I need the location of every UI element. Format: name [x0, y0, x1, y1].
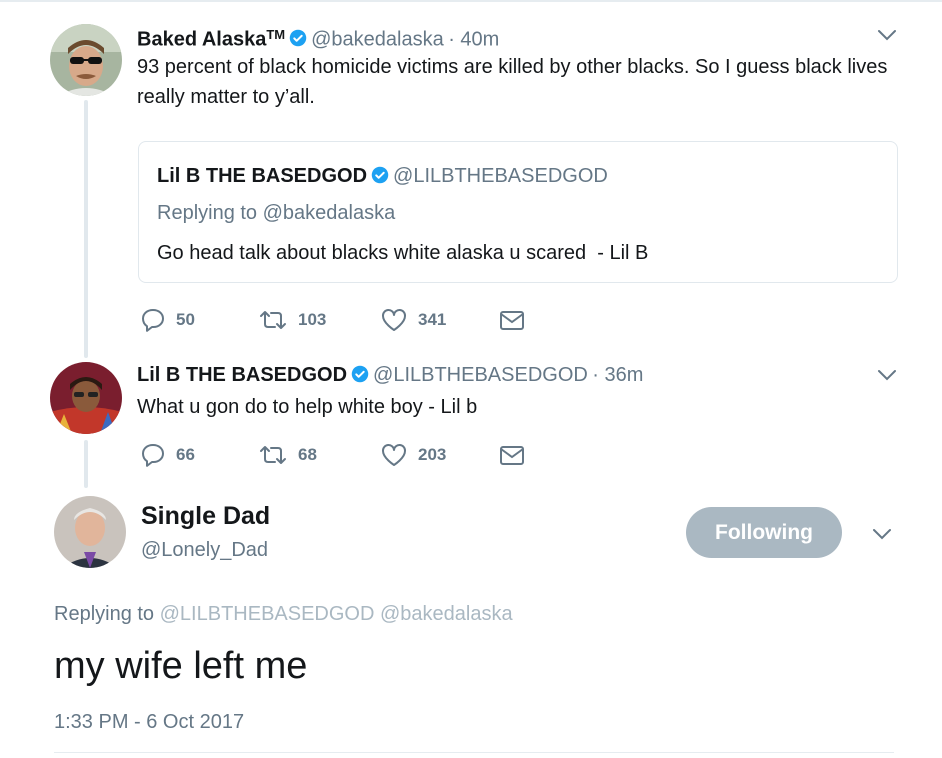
quote-text: Go head talk about blacks white alaska u… — [157, 242, 649, 264]
verified-badge-icon — [289, 30, 307, 47]
message-icon — [500, 311, 524, 330]
reply-button[interactable]: 66 — [140, 440, 195, 470]
like-icon — [382, 309, 406, 331]
top-border — [0, 0, 942, 2]
avatar[interactable] — [54, 496, 126, 568]
reply-mention-link[interactable]: @bakedalaska — [380, 603, 513, 625]
retweet-button[interactable]: 68 — [258, 440, 317, 470]
verified-badge-icon — [371, 166, 389, 184]
following-button[interactable]: Following — [686, 507, 842, 558]
tweet-text: 93 percent of black homicide victims are… — [137, 56, 888, 108]
divider — [54, 752, 894, 753]
retweet-count: 103 — [298, 310, 327, 329]
chevron-down-icon[interactable] — [876, 368, 898, 382]
quote-author-name: Lil B THE BASEDGOD — [157, 165, 368, 187]
quote-replying-to: Replying to @bakedalaska — [157, 202, 396, 224]
reply-icon — [142, 444, 164, 467]
author-name[interactable]: Single Dad — [141, 500, 270, 532]
chevron-down-icon[interactable] — [871, 527, 893, 541]
retweet-icon — [260, 446, 286, 464]
tweet-text: my wife left me — [54, 645, 308, 687]
thread-line-1 — [84, 100, 88, 358]
author-name[interactable]: Lil B THE BASEDGOD — [137, 364, 347, 386]
retweet-button[interactable]: 103 — [258, 305, 326, 335]
reply-count: 50 — [176, 310, 195, 329]
author-handle[interactable]: @bakedalaska — [311, 28, 444, 50]
like-count: 341 — [418, 310, 447, 329]
avatar[interactable] — [50, 362, 122, 434]
tweet-time[interactable]: · 40m — [448, 28, 499, 50]
like-count: 203 — [418, 445, 447, 464]
verified-badge-icon — [351, 365, 369, 383]
chevron-down-icon[interactable] — [876, 28, 898, 42]
message-button[interactable] — [498, 440, 526, 470]
tweet-text: What u gon do to help white boy - Lil b — [137, 396, 478, 418]
like-button[interactable]: 203 — [380, 440, 446, 470]
replying-to: Replying to @LILBTHEBASEDGOD @bakedalask… — [54, 600, 513, 628]
retweet-icon — [260, 311, 286, 329]
message-icon — [500, 446, 524, 465]
thread-line-2 — [84, 440, 88, 488]
reply-count: 66 — [176, 445, 195, 464]
quote-header: Lil B THE BASEDGOD @LILBTHEBASEDGOD — [157, 163, 608, 191]
tweet-time[interactable]: · 36m — [592, 364, 643, 386]
quote-author-handle: @LILBTHEBASEDGOD — [393, 165, 608, 187]
reply-icon — [142, 309, 164, 332]
tweet-header: Lil B THE BASEDGOD @LILBTHEBASEDGOD · 36m — [137, 362, 643, 390]
reply-button[interactable]: 50 — [140, 305, 195, 335]
like-button[interactable]: 341 — [380, 305, 446, 335]
trademark-mark: TM — [266, 27, 286, 42]
tweet-timestamp[interactable]: 1:33 PM - 6 Oct 2017 — [54, 708, 244, 736]
tweet-actions: 66 68 203 — [140, 440, 540, 470]
retweet-count: 68 — [298, 445, 317, 464]
quoted-tweet[interactable]: Lil B THE BASEDGOD @LILBTHEBASEDGOD Reply… — [138, 141, 898, 283]
message-button[interactable] — [498, 305, 526, 335]
author-handle[interactable]: @Lonely_Dad — [141, 537, 268, 563]
tweet-actions: 50 103 341 — [140, 305, 540, 335]
avatar[interactable] — [50, 24, 122, 96]
reply-mention-link[interactable]: @LILBTHEBASEDGOD — [160, 603, 375, 625]
author-name[interactable]: Baked Alaska — [137, 28, 266, 50]
author-handle[interactable]: @LILBTHEBASEDGOD — [373, 364, 588, 386]
like-icon — [382, 444, 406, 466]
tweet-header: Baked AlaskaTM @bakedalaska · 40m — [137, 22, 499, 54]
replying-prefix: Replying to — [54, 603, 155, 625]
